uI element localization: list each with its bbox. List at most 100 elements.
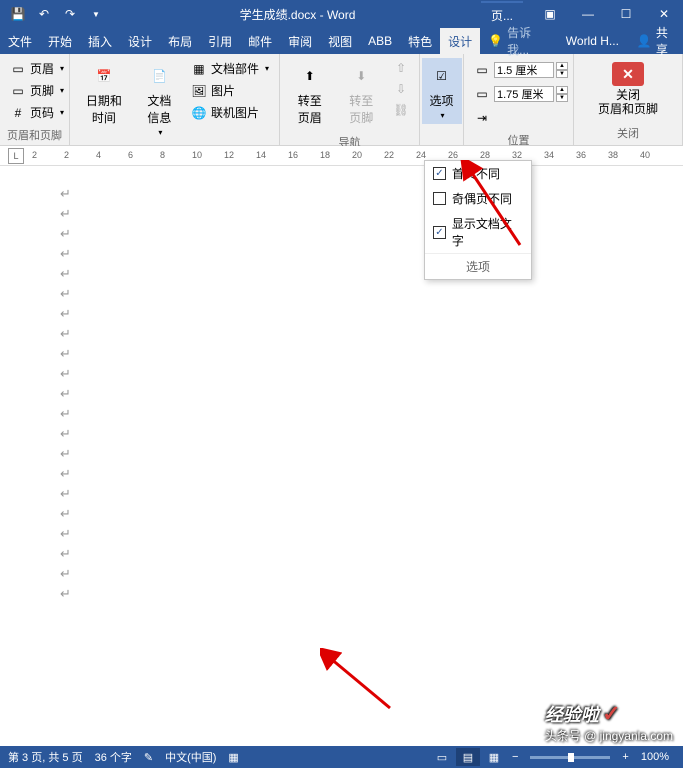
paragraph-mark: ↵ [60,406,623,422]
zoom-out-button[interactable]: − [508,751,522,763]
view-web-button[interactable]: ▦ [482,748,506,766]
docparts-icon: ▦ [191,61,207,77]
paragraph-mark: ↵ [60,386,623,402]
picture-button[interactable]: 🖼图片 [187,80,273,101]
redo-button[interactable]: ↷ [58,2,82,26]
status-language[interactable]: 中文(中国) [165,749,216,765]
maximize-icon: ☐ [621,7,632,21]
save-button[interactable]: 💾 [6,2,30,26]
spin-up[interactable]: ▲ [556,86,568,94]
tab-file[interactable]: 文件 [0,28,40,55]
save-icon: 💾 [11,7,26,21]
bulb-icon: 💡 [488,34,503,48]
checkbox-checked-icon: ✓ [433,167,446,180]
docparts-button[interactable]: ▦文档部件▾ [187,58,273,79]
opt-different-first[interactable]: ✓ 首页不同 [425,161,531,186]
status-wordcount[interactable]: 36 个字 [95,749,132,765]
bottom-margin-input[interactable] [494,86,554,102]
close-x-icon: ✕ [612,62,644,86]
view-read-button[interactable]: ▭ [430,748,454,766]
chevron-down-icon: ▾ [440,111,444,120]
spin-down[interactable]: ▼ [556,70,568,78]
tab-view[interactable]: 视图 [320,28,360,55]
status-page[interactable]: 第 3 页, 共 5 页 [8,749,83,765]
tab-design[interactable]: 设计 [120,28,160,55]
docinfo-button[interactable]: 📄 文档信息 ▾ [136,58,183,141]
ruler-tick: 20 [352,150,362,160]
world-menu[interactable]: World H... [558,29,627,53]
document-content[interactable]: ↵ ↵ ↵ ↵ ↵ ↵ ↵ ↵ ↵ ↵ ↵ ↵ ↵ ↵ ↵ ↵ ↵ ↵ ↵ ↵ … [0,166,683,602]
opt-different-odd-even[interactable]: 奇偶页不同 [425,186,531,211]
pagenum-button[interactable]: #页码▾ [6,102,68,123]
datetime-button[interactable]: 📅 日期和时间 [76,58,132,130]
tab-abbyy[interactable]: ABB [360,29,400,53]
undo-icon: ↶ [39,7,49,21]
chevron-down-icon: ▾ [60,108,64,117]
paragraph-mark: ↵ [60,346,623,362]
paragraph-mark: ↵ [60,466,623,482]
goto-header-button[interactable]: ⬆ 转至页眉 [286,58,334,130]
status-macro-icon[interactable]: ▦ [228,751,238,764]
ruler-tick: 6 [128,150,133,160]
close-hf-button[interactable]: ✕ 关闭 页眉和页脚 [592,58,664,121]
tab-insert[interactable]: 插入 [80,28,120,55]
qat-customize[interactable]: ▼ [84,2,108,26]
checkbox-unchecked-icon [433,192,446,205]
header-top-margin[interactable]: ▭ ▲▼ [470,60,572,80]
online-pic-button[interactable]: 🌐联机图片 [187,102,273,123]
paragraph-mark: ↵ [60,506,623,522]
next-icon: ⇩ [393,81,409,97]
tab-selector[interactable]: L [8,148,24,164]
tell-me-search[interactable]: 💡 告诉我... [480,24,558,58]
picture-icon: 🖼 [191,83,207,99]
paragraph-mark: ↵ [60,586,623,602]
tab-special[interactable]: 特色 [400,28,440,55]
footer-button[interactable]: ▭页脚▾ [6,80,68,101]
chevron-down-icon: ▾ [158,128,162,137]
ruler-tick: 4 [96,150,101,160]
chevron-down-icon: ▾ [265,64,269,73]
ruler-tick: 26 [448,150,458,160]
spin-down[interactable]: ▼ [556,94,568,102]
spin-up[interactable]: ▲ [556,62,568,70]
ruler-tick: 2 [64,150,69,160]
horizontal-ruler[interactable]: L 22468101214161820222426283234363840 [0,146,683,166]
options-dropdown-menu: ✓ 首页不同 奇偶页不同 ✓ 显示文档文字 选项 [424,160,532,280]
view-print-button[interactable]: ▤ [456,748,480,766]
tab-hf-design[interactable]: 设计 [440,28,480,55]
tab-home[interactable]: 开始 [40,28,80,55]
zoom-in-button[interactable]: + [618,751,632,763]
ruler-tick: 16 [288,150,298,160]
header-button[interactable]: ▭页眉▾ [6,58,68,79]
ruler-tick: 32 [512,150,522,160]
goto-footer-button[interactable]: ⬇ 转至页脚 [338,58,386,130]
share-icon: 👤 [637,34,652,48]
paragraph-mark: ↵ [60,186,623,202]
zoom-slider[interactable] [530,756,610,759]
footer-bottom-margin[interactable]: ▭ ▲▼ [470,84,572,104]
group-label-hf: 页眉和页脚 [4,125,65,145]
web-layout-icon: ▦ [489,751,499,764]
options-dropdown-button[interactable]: ☑ 选项 ▾ [422,58,462,124]
ruler-tick: 22 [384,150,394,160]
opt-show-doc-text[interactable]: ✓ 显示文档文字 [425,211,531,253]
insert-alignment-tab[interactable]: ⇥ [470,108,572,128]
status-proofing-icon[interactable]: ✎ [144,751,153,764]
ruler-tick: 8 [160,150,165,160]
tab-references[interactable]: 引用 [200,28,240,55]
chevron-down-icon: ▾ [60,86,64,95]
top-margin-input[interactable] [494,62,554,78]
zoom-thumb[interactable] [568,753,574,762]
footer-icon: ▭ [10,83,26,99]
ruler-tick: 10 [192,150,202,160]
undo-button[interactable]: ↶ [32,2,56,26]
tab-layout[interactable]: 布局 [160,28,200,55]
ruler-tick: 24 [416,150,426,160]
watermark: 经验啦 ✓ 头条号 @ jingyanla.com [545,701,673,744]
docinfo-icon: 📄 [145,62,173,90]
zoom-level[interactable]: 100% [635,751,675,763]
tab-review[interactable]: 审阅 [280,28,320,55]
ruler-tick: 36 [576,150,586,160]
document-area[interactable]: ↵ ↵ ↵ ↵ ↵ ↵ ↵ ↵ ↵ ↵ ↵ ↵ ↵ ↵ ↵ ↵ ↵ ↵ ↵ ↵ … [0,166,683,746]
tab-mailings[interactable]: 邮件 [240,28,280,55]
